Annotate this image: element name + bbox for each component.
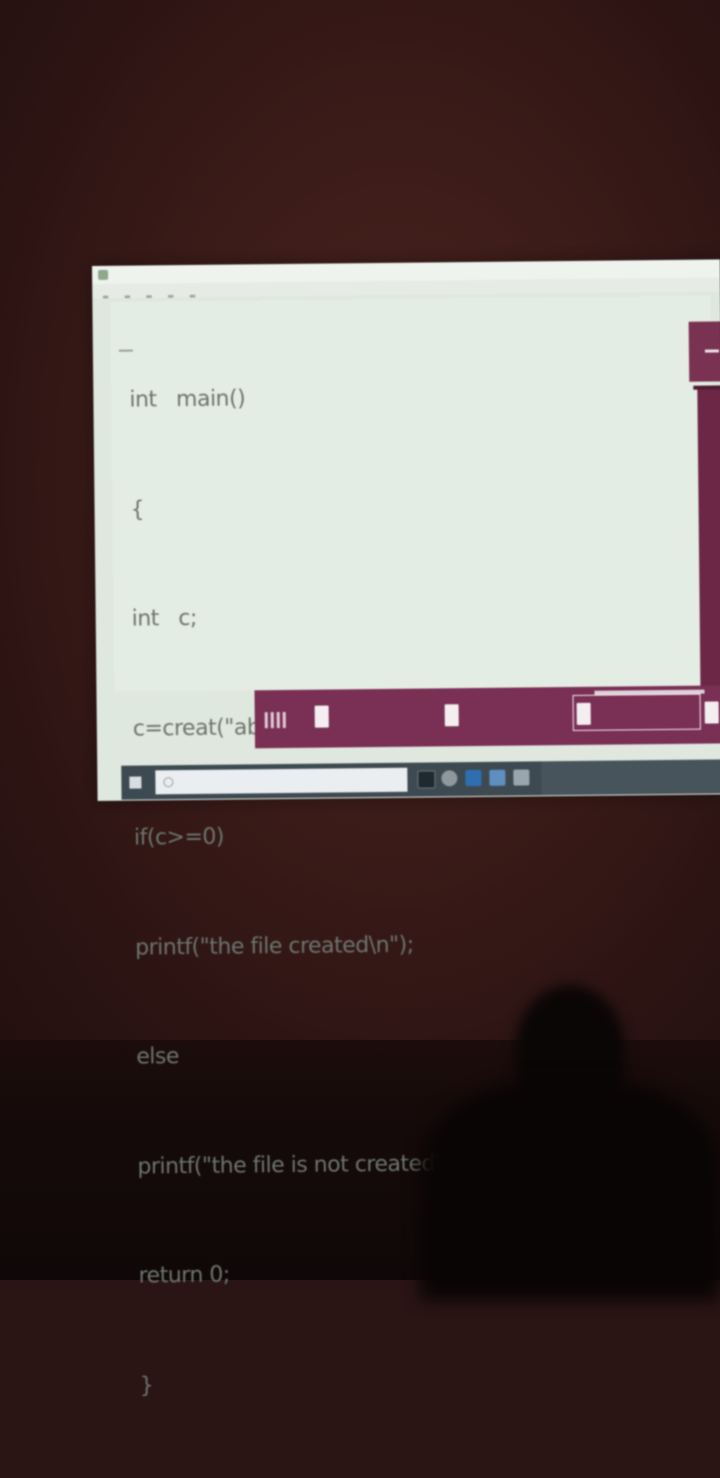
menu-item[interactable]: ▬ [124, 293, 131, 301]
task-view-icon[interactable] [417, 770, 436, 789]
code-line: int c; [131, 605, 197, 632]
app-icon [98, 269, 109, 280]
minimize-icon[interactable] [704, 349, 719, 353]
background-window-body [697, 389, 720, 690]
pinned-app-icon[interactable] [489, 769, 506, 786]
windows-taskbar [121, 759, 720, 800]
code-editor[interactable]: int main() { int c; c=creat("abc.txt", S… [110, 295, 715, 1398]
menu-item[interactable]: ▬ [102, 293, 109, 301]
vm-app-icon[interactable] [465, 769, 482, 787]
document-icon [314, 705, 329, 728]
file-manager-strip [254, 685, 720, 749]
menu-item[interactable]: ▬ [167, 292, 174, 300]
pinned-app-icon[interactable] [513, 769, 530, 786]
taskbar-tray [541, 759, 720, 796]
code-line: else [136, 1044, 180, 1070]
code-line: printf("the file created\n"); [135, 932, 414, 961]
taskbar-search-box[interactable] [155, 767, 408, 795]
search-icon [163, 777, 174, 788]
document-icon [576, 702, 591, 725]
code-line: if(c>=0) [133, 824, 225, 851]
audience-shoulders-silhouette [420, 1080, 720, 1300]
selected-file-outline [572, 693, 701, 731]
document-icon [444, 704, 459, 727]
code-line: } [139, 1372, 154, 1399]
windows-start-icon[interactable] [129, 776, 142, 789]
background-terminal-window[interactable] [688, 321, 720, 382]
app-grid-icon[interactable] [264, 711, 287, 729]
browser-icon[interactable] [441, 770, 458, 787]
document-icon [704, 701, 719, 724]
code-line: int main() [129, 386, 246, 413]
menu-item[interactable]: ▬ [189, 292, 196, 300]
code-block: int main() { int c; c=creat("abc.txt", S… [128, 306, 483, 1478]
menu-item[interactable]: ▬ [146, 292, 153, 300]
code-line: { [130, 496, 145, 523]
projected-screen: ▬ ▬ ▬ ▬ ▬ int main() { int c; c=creat("a… [92, 259, 720, 1398]
